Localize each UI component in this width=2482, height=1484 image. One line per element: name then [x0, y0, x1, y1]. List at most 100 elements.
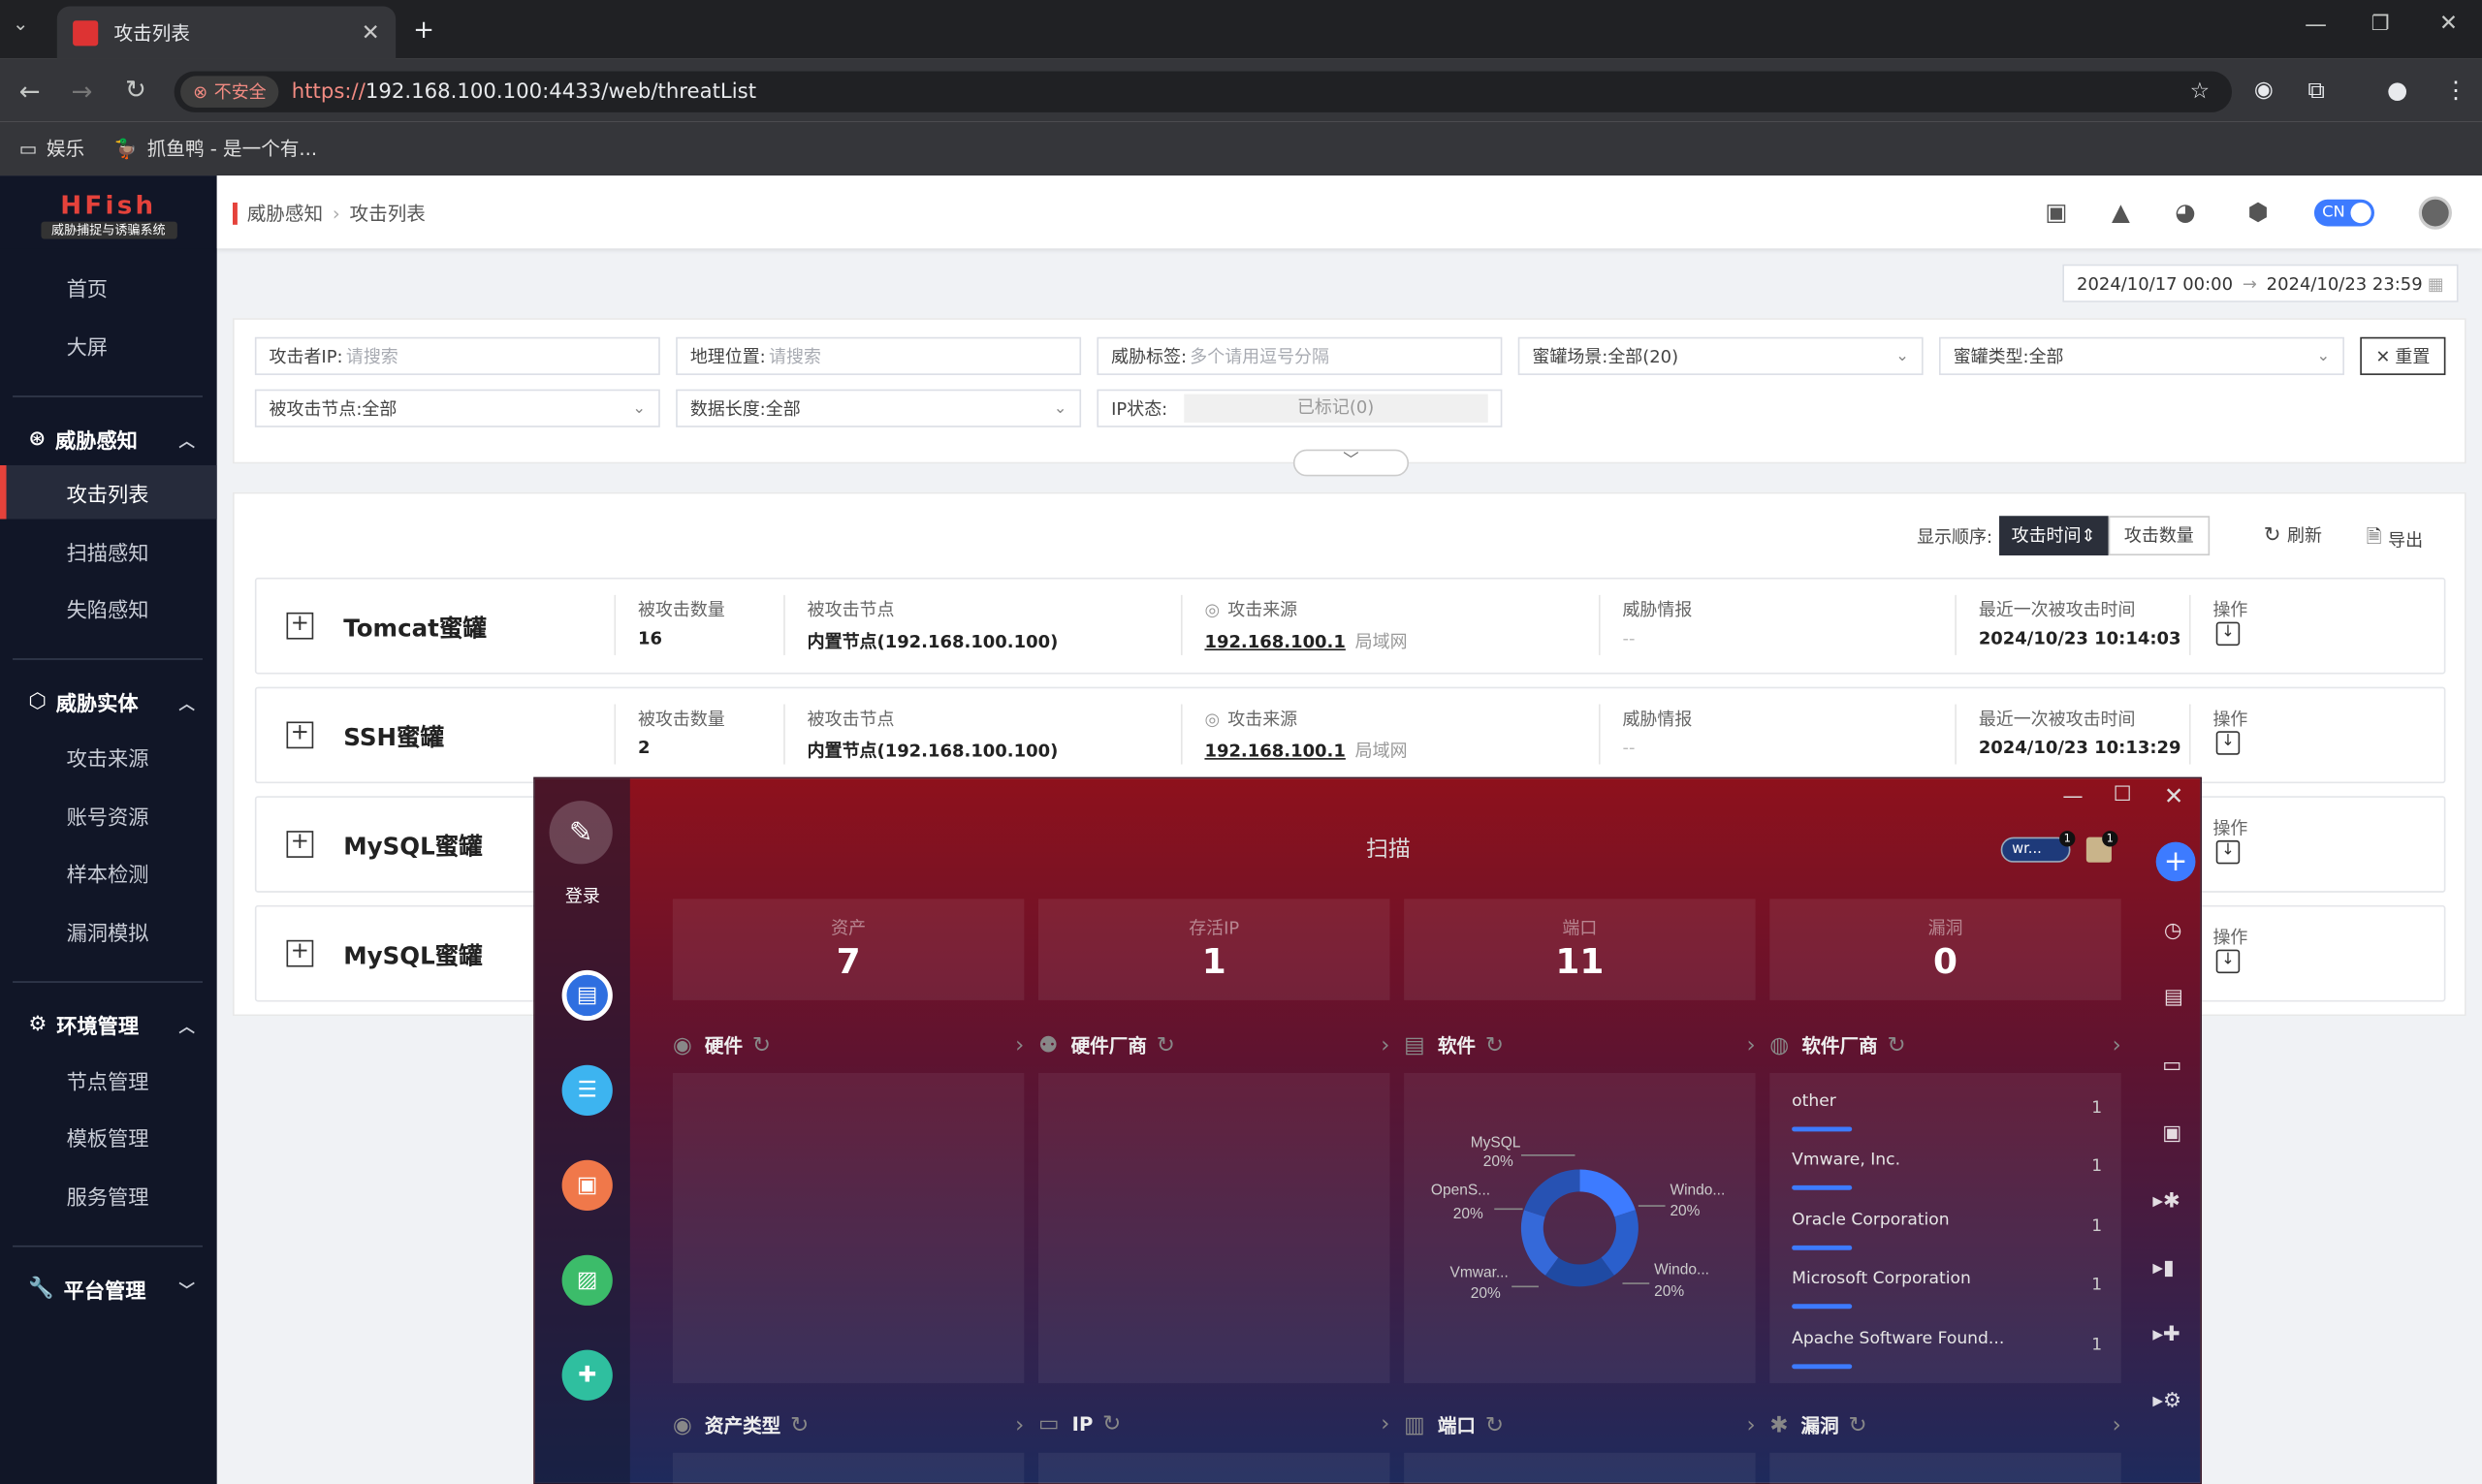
refresh-icon[interactable]: ↻	[1485, 1412, 1504, 1437]
attacked-node-select[interactable]: 被攻击节点: 全部 ⌄	[254, 389, 660, 427]
expand-icon[interactable]: +	[286, 613, 314, 640]
refresh-icon[interactable]: ↻	[790, 1412, 809, 1437]
overlay-minimize-icon[interactable]: —	[2062, 785, 2083, 808]
refresh-icon[interactable]: ↻	[752, 1032, 771, 1058]
sidebar-item-scan-awareness[interactable]: 扫描感知	[0, 523, 217, 578]
sidebar-group-environment[interactable]: ⚙ 环境管理 ︿	[0, 997, 217, 1052]
table-row[interactable]: + SSH蜜罐 被攻击数量 2 被攻击节点 内置节点(192.168.100.1…	[254, 686, 2446, 784]
refresh-icon[interactable]: ↻	[1102, 1411, 1121, 1437]
clock-icon[interactable]: ◷	[2164, 920, 2182, 943]
language-toggle[interactable]: CN	[2313, 199, 2374, 227]
refresh-icon[interactable]: ↻	[1485, 1032, 1504, 1058]
expand-icon[interactable]: +	[286, 940, 314, 967]
browser-menu-icon[interactable]: ⋮	[2444, 76, 2467, 104]
date-range-picker[interactable]: 2024/10/17 00:00 → 2024/10/23 23:59 ▦	[2062, 264, 2459, 302]
source-ip-link[interactable]: 192.168.100.1	[1204, 631, 1345, 651]
chevron-right-icon[interactable]: ›	[1381, 1411, 1389, 1437]
refresh-icon[interactable]: ↻	[1849, 1412, 1867, 1437]
sidebar-group-threat-awareness[interactable]: ⊛ 威胁感知 ︿	[0, 411, 217, 465]
chevron-right-icon[interactable]: ›	[1015, 1412, 1024, 1437]
reload-icon[interactable]: ↻	[125, 75, 146, 105]
bar-chart-icon[interactable]: ▸▮	[2152, 1256, 2174, 1279]
chevron-right-icon[interactable]: ›	[1015, 1032, 1024, 1058]
ip-status-filter[interactable]: IP状态: 已标记(0)	[1097, 389, 1503, 427]
data-length-select[interactable]: 数据长度: 全部 ⌄	[676, 389, 1082, 427]
breadcrumb-item[interactable]: 威胁感知	[247, 200, 323, 227]
scan-nav-scan-icon[interactable]: ▤	[561, 969, 613, 1022]
table-row[interactable]: + Tomcat蜜罐 被攻击数量 16 被攻击节点 内置节点(192.168.1…	[254, 577, 2446, 675]
sidebar-item-attack-list[interactable]: 攻击列表	[0, 465, 217, 520]
sidebar-item-bigscreen[interactable]: 大屏	[0, 318, 217, 372]
donut-slice[interactable]	[1544, 1256, 1614, 1287]
donut-slice[interactable]	[1600, 1210, 1639, 1276]
avatar[interactable]	[2418, 196, 2452, 230]
stat-vulns[interactable]: 漏洞 0	[1769, 899, 2121, 1000]
monitor-icon[interactable]: ▭	[2162, 1054, 2181, 1077]
bookmark-folder[interactable]: ▭ 娱乐	[19, 135, 85, 162]
close-window-icon[interactable]: ✕	[2439, 11, 2458, 36]
threat-tags-input[interactable]: 威胁标签: 多个请用逗号分隔	[1097, 336, 1503, 375]
minimize-window-icon[interactable]: —	[2305, 13, 2327, 38]
wechat-icon[interactable]: ◕	[2175, 198, 2195, 226]
scan-nav-chart-icon[interactable]: ▨	[561, 1254, 613, 1306]
sort-by-count-button[interactable]: 攻击数量	[2108, 516, 2211, 556]
download-icon[interactable]: ↓	[2215, 839, 2241, 865]
restore-window-icon[interactable]: ❐	[2371, 13, 2390, 36]
bookmark-star-icon[interactable]: ☆	[2190, 79, 2211, 105]
ip-icon[interactable]: ▣	[2162, 1122, 2181, 1146]
login-label[interactable]: 登录	[535, 883, 630, 908]
ip-status-marked[interactable]: 已标记(0)	[1183, 394, 1488, 423]
security-chip[interactable]: ⊗ 不安全	[180, 76, 279, 109]
chevron-right-icon[interactable]: ›	[1746, 1032, 1755, 1058]
puzzle-icon[interactable]: ▸✚	[2152, 1323, 2180, 1346]
bug-icon[interactable]: ▸✱	[2152, 1190, 2180, 1214]
sidebar-item-home[interactable]: 首页	[0, 260, 217, 314]
collapse-filter-button[interactable]: ﹀	[1292, 449, 1410, 477]
tab-search-icon[interactable]: ⌄	[13, 13, 28, 35]
sidebar-item-vuln-sim[interactable]: 漏洞模拟	[0, 903, 217, 958]
export-button[interactable]: 🗎 导出	[2367, 522, 2423, 555]
attacker-ip-input[interactable]: 攻击者IP: 请搜索	[254, 336, 660, 375]
list-item[interactable]: Vmware, Inc. 1	[1792, 1151, 2102, 1211]
source-ip-link[interactable]: 192.168.100.1	[1204, 740, 1345, 760]
donut-slice[interactable]	[1578, 1169, 1636, 1217]
stat-ports[interactable]: 端口 11	[1404, 899, 1756, 1000]
new-tab-icon[interactable]: +	[413, 15, 434, 45]
refresh-icon[interactable]: ↻	[1157, 1032, 1175, 1058]
sidebar-item-accounts[interactable]: 账号资源	[0, 788, 217, 842]
add-icon[interactable]: +	[2155, 841, 2196, 882]
incognito-icon[interactable]: ◉	[2254, 78, 2274, 103]
reset-button[interactable]: ✕ 重置	[2360, 336, 2446, 375]
gear-cluster-icon[interactable]: ▸⚙	[2152, 1389, 2181, 1412]
close-tab-icon[interactable]: ✕	[362, 19, 380, 45]
sidebar-item-templates[interactable]: 模板管理	[0, 1109, 217, 1163]
profile-icon[interactable]: ●	[2387, 76, 2407, 104]
list-item[interactable]: Apache Software Found... 1	[1792, 1329, 2102, 1389]
sort-by-time-button[interactable]: 攻击时间⇕	[1998, 516, 2109, 556]
stat-assets[interactable]: 资产 7	[672, 899, 1025, 1000]
address-bar[interactable]: ⊗ 不安全 https://192.168.100.100:4433/web/t…	[174, 71, 2233, 112]
list-item[interactable]: Microsoft Corporation 1	[1792, 1269, 2102, 1329]
rocket-icon[interactable]: ▲	[2112, 198, 2130, 226]
chevron-right-icon[interactable]: ›	[2113, 1412, 2121, 1437]
extensions-icon[interactable]: ⧉	[2307, 76, 2325, 104]
honeypot-scene-select[interactable]: 蜜罐场景: 全部(20) ⌄	[1517, 336, 1924, 375]
scan-nav-tasks-icon[interactable]: ▣	[561, 1159, 613, 1211]
sidebar-item-services[interactable]: 服务管理	[0, 1168, 217, 1222]
bookmark-link[interactable]: 🦆 抓鱼鸭 - 是一个有...	[114, 135, 318, 162]
report-icon[interactable]: ▤	[2164, 986, 2183, 1009]
download-icon[interactable]: ↓	[2215, 731, 2241, 755]
refresh-button[interactable]: ↻ 刷新	[2264, 522, 2322, 548]
sidebar-group-platform[interactable]: 🔧 平台管理 ﹀	[0, 1261, 217, 1315]
chevron-right-icon[interactable]: ›	[1381, 1032, 1389, 1058]
donut-slice[interactable]	[1521, 1210, 1559, 1276]
chevron-right-icon[interactable]: ›	[1746, 1412, 1755, 1437]
geo-location-input[interactable]: 地理位置: 请搜索	[676, 336, 1082, 375]
honeypot-type-select[interactable]: 蜜罐类型: 全部 ⌄	[1938, 336, 2344, 375]
sidebar-item-compromise[interactable]: 失陷感知	[0, 581, 217, 635]
sidebar-item-nodes[interactable]: 节点管理	[0, 1053, 217, 1107]
app-logo[interactable]: HFish 威胁捕捉与诱骗系统	[0, 175, 217, 249]
docs-icon[interactable]: ▣	[2045, 198, 2067, 226]
overlay-close-icon[interactable]: ✕	[2164, 782, 2184, 810]
sidebar-group-threat-entity[interactable]: ⬡ 威胁实体 ︿	[0, 675, 217, 729]
